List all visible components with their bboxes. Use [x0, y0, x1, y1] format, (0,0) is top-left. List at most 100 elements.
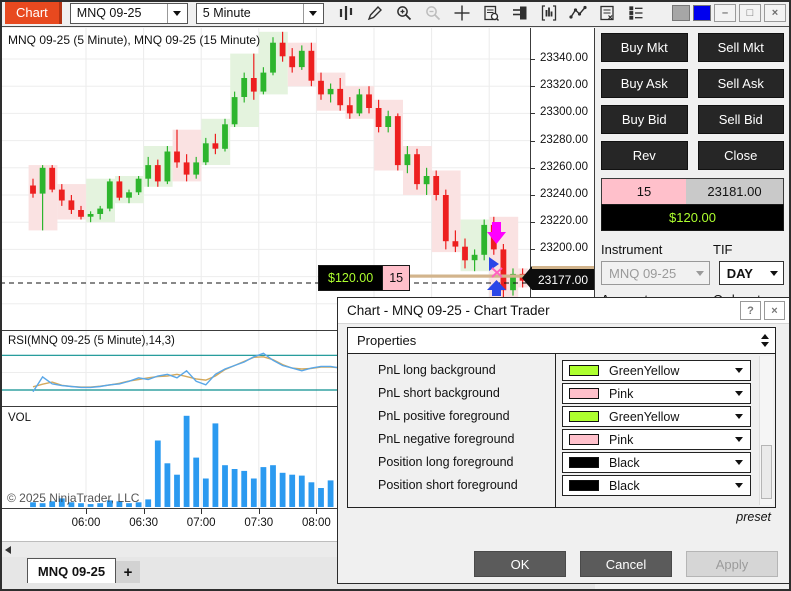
- chevron-down-icon: [735, 437, 743, 442]
- zoom-out-icon[interactable]: [423, 3, 443, 23]
- properties-scrollbar[interactable]: [759, 356, 773, 505]
- chart-trader-dialog: Chart - MNQ 09-25 - Chart Trader ? × Pro…: [337, 297, 790, 584]
- properties-header: Properties: [348, 328, 775, 354]
- property-color-select[interactable]: Black: [562, 475, 751, 496]
- data-box-icon[interactable]: [481, 3, 501, 23]
- chart-trader-icon[interactable]: [510, 3, 530, 23]
- properties-icon[interactable]: [597, 3, 617, 23]
- time-tick: [144, 509, 145, 514]
- price-axis-label: 23260.00: [540, 161, 588, 173]
- chevron-down-icon: [167, 4, 187, 23]
- buy-ask-button[interactable]: Buy Ask: [601, 69, 688, 98]
- chevron-down-icon: [303, 4, 323, 23]
- sell-bid-button[interactable]: Sell Bid: [698, 105, 785, 134]
- chevron-down-icon: [735, 483, 743, 488]
- dialog-footer: OK Cancel Apply: [338, 551, 789, 581]
- indicators-icon[interactable]: [539, 3, 559, 23]
- rev-button[interactable]: Rev: [601, 141, 688, 170]
- crosshair-icon[interactable]: [452, 3, 472, 23]
- add-tab-button[interactable]: +: [116, 561, 140, 583]
- property-value: Black: [609, 456, 640, 470]
- buy-bid-button[interactable]: Buy Bid: [601, 105, 688, 134]
- help-button[interactable]: ?: [740, 301, 761, 320]
- property-label: PnL short background: [378, 386, 500, 400]
- window-link-blue[interactable]: [693, 5, 711, 21]
- series-label: MNQ 09-25 (5 Minute), MNQ 09-25 (15 Minu…: [8, 33, 260, 47]
- time-tick: [86, 509, 87, 514]
- time-axis-label: 07:30: [244, 517, 273, 529]
- chevron-down-icon: [765, 262, 783, 284]
- scroll-left-icon[interactable]: [5, 546, 11, 554]
- chart-menu-button[interactable]: Chart: [5, 2, 62, 24]
- zoom-in-icon[interactable]: [394, 3, 414, 23]
- price-axis-label: 23300.00: [540, 106, 588, 118]
- ok-button[interactable]: OK: [474, 551, 566, 577]
- properties-header-label: Properties: [357, 333, 416, 348]
- price-tick: [530, 222, 535, 223]
- property-color-select[interactable]: GreenYellow: [562, 360, 751, 381]
- strategies-icon[interactable]: [568, 3, 588, 23]
- period-combo[interactable]: 5 Minute: [196, 3, 324, 24]
- property-row: Position short foregroundBlack: [348, 474, 753, 497]
- price-tick: [530, 59, 535, 60]
- tif-combo[interactable]: DAY: [719, 261, 784, 285]
- property-row: PnL long backgroundGreenYellow: [348, 359, 753, 382]
- dialog-close-button[interactable]: ×: [764, 301, 785, 320]
- price-tick: [530, 195, 535, 196]
- property-value: Pink: [609, 387, 633, 401]
- property-value: Pink: [609, 433, 633, 447]
- scroll-down-icon[interactable]: [761, 342, 769, 347]
- color-swatch: [569, 434, 599, 445]
- trader-instrument-combo[interactable]: MNQ 09-25: [601, 261, 710, 285]
- data-series-icon[interactable]: [626, 3, 646, 23]
- chevron-down-icon: [735, 460, 743, 465]
- property-label: Position long foreground: [378, 455, 514, 469]
- close-button[interactable]: ×: [764, 4, 786, 22]
- property-color-select[interactable]: GreenYellow: [562, 406, 751, 427]
- toolbar-icons: [336, 3, 646, 23]
- sell-mkt-button[interactable]: Sell Mkt: [698, 33, 785, 62]
- maximize-button[interactable]: □: [739, 4, 761, 22]
- price-axis-label: 23220.00: [540, 215, 588, 227]
- dialog-title-bar[interactable]: Chart - MNQ 09-25 - Chart Trader ? ×: [338, 298, 789, 324]
- trader-instrument-value: MNQ 09-25: [609, 266, 676, 281]
- chevron-down-icon: [691, 262, 709, 284]
- cancel-button[interactable]: Cancel: [580, 551, 672, 577]
- instrument-combo[interactable]: MNQ 09-25: [70, 3, 188, 24]
- property-value: GreenYellow: [609, 410, 679, 424]
- scrollbar-thumb[interactable]: [761, 445, 772, 499]
- tab-mnq-09-25[interactable]: MNQ 09-25: [27, 558, 116, 583]
- position-pnl-value: $120.00: [318, 265, 383, 291]
- preset-link[interactable]: preset: [736, 510, 771, 524]
- property-color-select[interactable]: Black: [562, 452, 751, 473]
- time-axis-label: 06:00: [72, 517, 101, 529]
- property-label: PnL negative foreground: [378, 432, 514, 446]
- scroll-up-icon[interactable]: [761, 334, 769, 339]
- instrument-combo-value: MNQ 09-25: [77, 6, 142, 20]
- chart-trader-panel: Buy Mkt Sell Mkt Buy Ask Sell Ask Buy Bid Sel…: [595, 28, 791, 298]
- property-value: GreenYellow: [609, 364, 679, 378]
- field-labels: Instrument TIF: [601, 242, 784, 257]
- apply-button[interactable]: Apply: [686, 551, 778, 577]
- pnl-display: $120.00: [601, 204, 784, 231]
- time-axis-label: 06:30: [129, 517, 158, 529]
- property-color-select[interactable]: Pink: [562, 429, 751, 450]
- window-link-gray[interactable]: [672, 5, 690, 21]
- close-button[interactable]: Close: [698, 141, 785, 170]
- current-price-value: 23177.00: [538, 273, 588, 287]
- properties-rows: PnL long backgroundGreenYellow PnL short …: [348, 359, 753, 497]
- properties-group: Properties PnL long backgroundGreenYello…: [347, 327, 776, 508]
- position-avg-price: 23181.00: [686, 179, 783, 204]
- dialog-title: Chart - MNQ 09-25 - Chart Trader: [347, 303, 550, 318]
- sell-ask-button[interactable]: Sell Ask: [698, 69, 785, 98]
- drawing-tools-icon[interactable]: [365, 3, 385, 23]
- buy-mkt-button[interactable]: Buy Mkt: [601, 33, 688, 62]
- price-axis-label: 23200.00: [540, 242, 588, 254]
- minimize-button[interactable]: –: [714, 4, 736, 22]
- property-row: PnL positive foregroundGreenYellow: [348, 405, 753, 428]
- property-value: Black: [609, 479, 640, 493]
- price-axis-label: 23320.00: [540, 79, 588, 91]
- property-color-select[interactable]: Pink: [562, 383, 751, 404]
- chart-style-icon[interactable]: [336, 3, 356, 23]
- price-tick: [530, 86, 535, 87]
